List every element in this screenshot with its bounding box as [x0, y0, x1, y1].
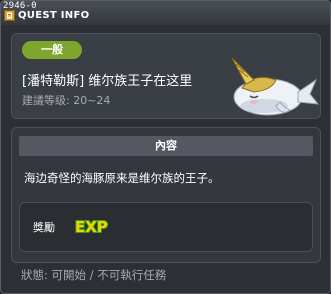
- white-narwhal-unicorn-icon: [231, 57, 320, 116]
- exp-item-text: EXP: [75, 218, 108, 235]
- quest-header-panel: 一般 [潘特勒斯] 维尔族王子在这里 建議等级: 20~24: [11, 33, 321, 119]
- category-badge: 一般: [22, 41, 82, 59]
- quest-info-window: 2946-0 QUEST INFO 一般 [潘特勒斯] 维尔族王子在这里 建議等…: [0, 0, 331, 294]
- quest-info-icon: [4, 10, 15, 21]
- title-bar[interactable]: 2946-0 QUEST INFO: [1, 1, 330, 25]
- quest-description: 海边奇怪的海豚原来是维尔族的王子。: [24, 171, 220, 185]
- reward-box: 獎勵 EXP: [19, 202, 313, 252]
- window-title: QUEST INFO: [18, 10, 90, 21]
- exp-icon[interactable]: EXP: [74, 217, 110, 235]
- quest-title: [潘特勒斯] 维尔族王子在这里: [22, 74, 193, 89]
- reward-label: 獎勵: [33, 221, 55, 234]
- recommended-level: 建議等级: 20~24: [22, 94, 111, 107]
- quest-content-panel: 內容 海边奇怪的海豚原来是维尔族的王子。 獎勵 EXP: [11, 127, 321, 263]
- content-section-header: 內容: [19, 136, 313, 156]
- quest-status: 狀態: 可開始 / 不可執行任務: [21, 268, 167, 282]
